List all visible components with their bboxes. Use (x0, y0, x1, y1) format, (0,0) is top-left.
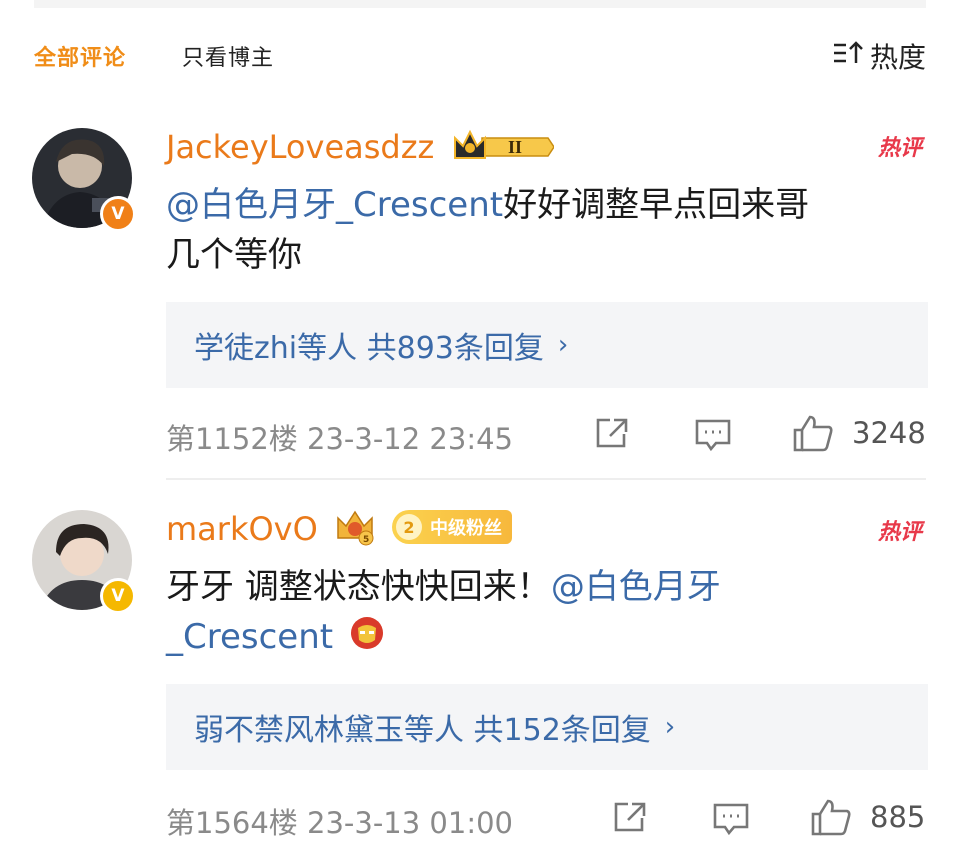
replies-summary: 弱不禁风林黛玉等人 共152条回复 (194, 713, 651, 748)
top-divider (34, 0, 926, 8)
hot-comment-badge: 热评 (877, 136, 922, 161)
comment-text-body: 牙牙 调整状态快快回来！ (166, 567, 551, 607)
mention-link[interactable]: @白色月牙 (551, 567, 721, 607)
floor-and-time: 第1152楼 23-3-12 23:45 (166, 422, 513, 456)
verified-v-icon: V (100, 196, 136, 232)
sort-icon (832, 39, 864, 74)
comment-text: 牙牙 调整状态快快回来！@白色月牙 _Crescent (166, 562, 916, 664)
fan-level-number: 2 (396, 514, 422, 540)
share-icon[interactable] (594, 416, 630, 450)
hot-comment-badge: 热评 (877, 520, 922, 545)
username[interactable]: markOvO (166, 510, 318, 548)
replies-summary: 学徒zhi等人 共893条回复 (194, 331, 544, 366)
verified-v-icon: V (100, 578, 136, 614)
comment-text: @白色月牙_Crescent好好调整早点回来哥 几个等你 (166, 180, 916, 280)
like-icon[interactable] (810, 798, 852, 836)
tab-author-only[interactable]: 只看博主 (182, 40, 274, 72)
chevron-right-icon: › (557, 330, 569, 360)
like-icon[interactable] (792, 414, 834, 452)
fan-level-badge[interactable]: 2 中级粉丝 (392, 510, 512, 544)
comment-icon[interactable] (712, 802, 750, 836)
mention-link[interactable]: @白色月牙_Crescent (166, 185, 503, 225)
chevron-right-icon: › (664, 712, 676, 742)
badge-level-text: II (508, 137, 522, 157)
like-count: 885 (870, 800, 926, 834)
crown-badge-icon[interactable]: 5 (334, 508, 376, 552)
tab-all-comments[interactable]: 全部评论 (34, 40, 126, 72)
svg-text:5: 5 (363, 535, 369, 545)
sort-label: 热度 (869, 41, 926, 74)
replies-preview[interactable]: 学徒zhi等人 共893条回复 › (166, 302, 928, 388)
comment-icon[interactable] (694, 418, 732, 452)
fan-level-label: 中级粉丝 (430, 518, 502, 539)
comment-text-line1: 好好调整早点回来哥 (503, 185, 810, 225)
share-icon[interactable] (612, 800, 648, 834)
username[interactable]: JackeyLoveasdzz (166, 128, 434, 166)
ironman-emoji-icon (350, 614, 384, 664)
mention-link-cont[interactable]: _Crescent (166, 617, 333, 657)
replies-preview[interactable]: 弱不禁风林黛玉等人 共152条回复 › (166, 684, 928, 770)
floor-and-time: 第1564楼 23-3-13 01:00 (166, 806, 513, 840)
like-count: 3248 (852, 416, 926, 450)
comment-divider (166, 478, 926, 480)
sort-by-heat-button[interactable]: 热度 (832, 36, 926, 76)
comment-tabs: 全部评论 只看博主 热度 (34, 40, 926, 74)
comment-text-line2: 几个等你 (166, 235, 302, 275)
crown-badge-icon[interactable]: II (452, 128, 555, 170)
